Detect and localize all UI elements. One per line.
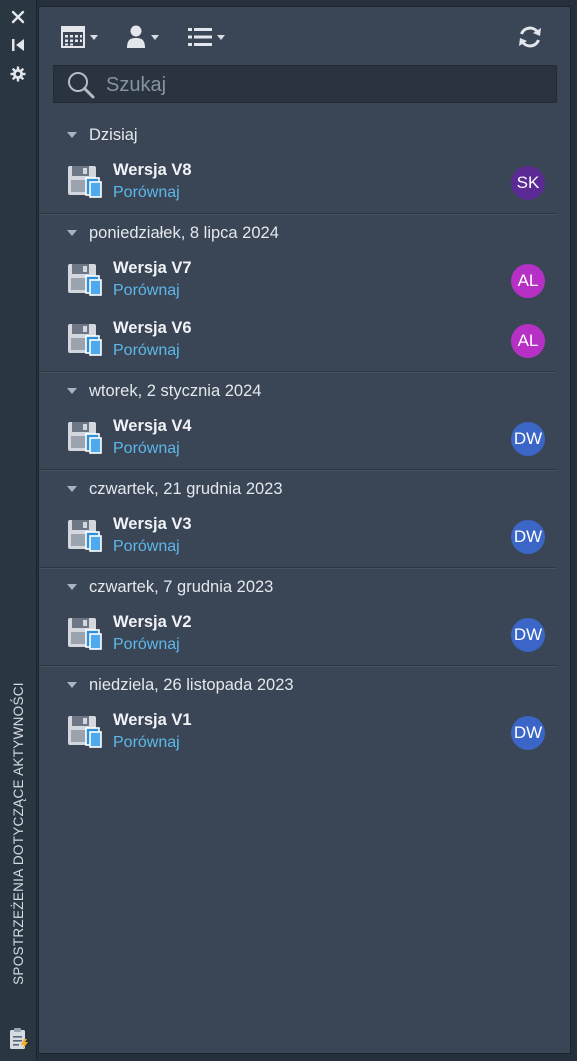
collapse-triangle-icon [67,388,77,394]
compare-link[interactable]: Porównaj [113,184,180,202]
date-group-header[interactable]: wtorek, 2 stycznia 2024 [39,373,570,409]
version-title: Wersja V1 [113,711,192,729]
version-save-icon [67,418,103,458]
version-list: Dzisiaj Wersja V8 Porównaj SK poniedziałek,… [39,117,570,763]
toolbar [39,7,570,65]
version-title: Wersja V4 [113,417,192,435]
user-avatar[interactable]: AL [511,324,545,358]
version-save-icon [67,162,103,202]
date-group-header[interactable]: Dzisiaj [39,117,570,153]
version-save-icon [67,712,103,752]
compare-link[interactable]: Porównaj [113,538,180,556]
user-avatar[interactable]: AL [511,264,545,298]
version-save-icon [67,614,103,654]
collapse-triangle-icon [67,132,77,138]
palette-title: SPOSTRZEŻENIA DOTYCZĄCE AKTYWNOŚCI [10,682,26,985]
date-group-header[interactable]: czwartek, 7 grudnia 2023 [39,569,570,605]
version-save-icon [67,516,103,556]
version-title: Wersja V3 [113,515,192,533]
collapse-triangle-icon [67,584,77,590]
user-avatar[interactable]: DW [511,618,545,652]
compare-link[interactable]: Porównaj [113,282,180,300]
chevron-down-icon [151,34,159,40]
search-box[interactable] [53,65,557,104]
user-filter-icon [127,25,145,48]
version-title: Wersja V8 [113,161,192,179]
version-list-item[interactable]: Wersja V8 Porównaj SK [39,153,570,213]
palette-side-strip: SPOSTRZEŻENIA DOTYCZĄCE AKTYWNOŚCI [0,0,37,1061]
version-list-item[interactable]: Wersja V1 Porównaj DW [39,703,570,763]
chevron-down-icon [90,34,98,40]
activity-clipboard-icon[interactable] [8,1027,30,1055]
version-title: Wersja V2 [113,613,192,631]
search-input[interactable] [104,66,548,104]
view-options-button[interactable] [188,23,225,51]
compare-link[interactable]: Porównaj [113,636,180,654]
refresh-icon [519,26,541,48]
collapse-triangle-icon [67,486,77,492]
user-avatar[interactable]: SK [511,166,545,200]
user-avatar[interactable]: DW [511,716,545,750]
compare-link[interactable]: Porównaj [113,342,180,360]
version-list-item[interactable]: Wersja V2 Porównaj DW [39,605,570,665]
user-avatar[interactable]: DW [511,520,545,554]
user-avatar[interactable]: DW [511,422,545,456]
date-group-header[interactable]: niedziela, 26 listopada 2023 [39,667,570,703]
date-group-label: niedziela, 26 listopada 2023 [89,675,294,694]
date-group-label: poniedziałek, 8 lipca 2024 [89,223,279,242]
gear-icon[interactable] [0,63,36,85]
calendar-filter-icon [61,26,85,48]
collapse-triangle-icon [67,682,77,688]
version-save-icon [67,260,103,300]
search-icon [68,72,95,99]
list-view-icon [188,28,212,46]
user-filter-button[interactable] [126,23,159,51]
date-group-label: czwartek, 7 grudnia 2023 [89,577,274,596]
date-group-header[interactable]: poniedziałek, 8 lipca 2024 [39,215,570,251]
date-filter-button[interactable] [61,23,98,51]
version-list-item[interactable]: Wersja V7 Porównaj AL [39,251,570,311]
compare-link[interactable]: Porównaj [113,440,180,458]
close-icon[interactable] [0,6,36,28]
collapse-triangle-icon [67,230,77,236]
version-list-item[interactable]: Wersja V3 Porównaj DW [39,507,570,567]
date-group-label: Dzisiaj [89,125,138,144]
version-title: Wersja V6 [113,319,192,337]
date-group-header[interactable]: czwartek, 21 grudnia 2023 [39,471,570,507]
compare-link[interactable]: Porównaj [113,734,180,752]
version-title: Wersja V7 [113,259,192,277]
refresh-button[interactable] [517,23,543,51]
version-list-item[interactable]: Wersja V4 Porównaj DW [39,409,570,469]
date-group-label: czwartek, 21 grudnia 2023 [89,479,283,498]
collapse-icon[interactable] [0,34,36,56]
activity-insights-panel: Dzisiaj Wersja V8 Porównaj SK poniedziałek,… [38,6,571,1054]
version-save-icon [67,320,103,360]
palette-vertical-title: SPOSTRZEŻENIA DOTYCZĄCE AKTYWNOŚCI [3,656,33,1016]
chevron-down-icon [217,34,225,40]
version-list-item[interactable]: Wersja V6 Porównaj AL [39,311,570,371]
date-group-label: wtorek, 2 stycznia 2024 [89,381,262,400]
